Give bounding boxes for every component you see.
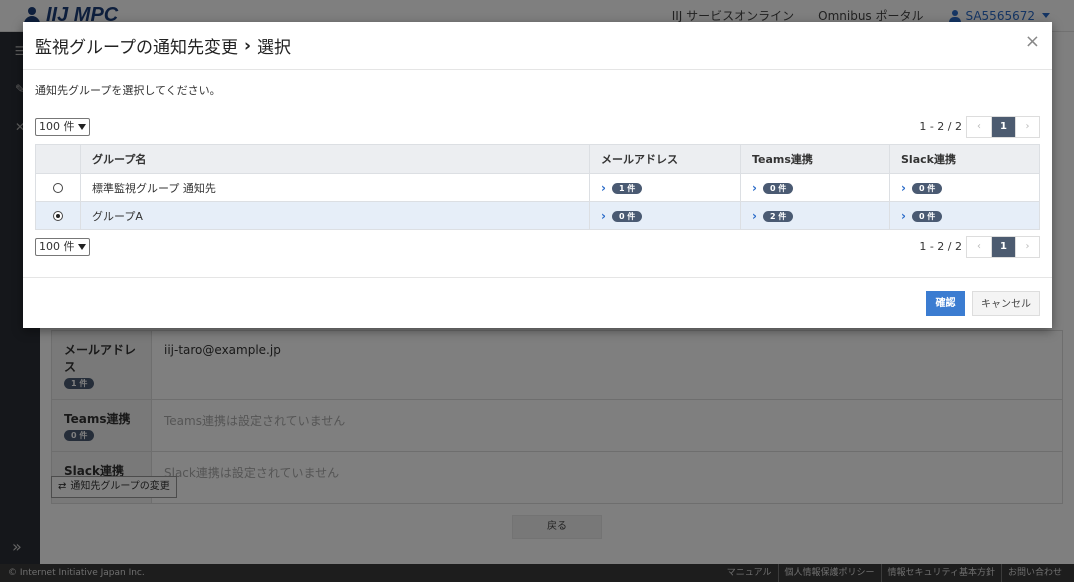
- instruction-text: 通知先グループを選択してください。: [35, 84, 221, 97]
- count-badge: 2 件: [762, 211, 794, 222]
- chevron-down-icon: [77, 124, 86, 130]
- header-mail[interactable]: メールアドレス: [589, 144, 741, 174]
- chevron-down-icon: [77, 244, 86, 250]
- per-page-value: 100 件: [39, 120, 75, 133]
- mail-cell[interactable]: › 1 件: [589, 173, 741, 202]
- result-range: 1 - 2 / 2: [919, 240, 962, 253]
- count-badge: 1 件: [611, 183, 643, 194]
- table-controls-bottom: 100 件 1 - 2 / 2 ‹ 1 ›: [35, 236, 1040, 258]
- cancel-button[interactable]: キャンセル: [972, 291, 1040, 316]
- header-select: [35, 144, 81, 174]
- next-page-button[interactable]: ›: [1015, 237, 1039, 257]
- select-notification-group-dialog: 監視グループの通知先変更 › 選択 × 通知先グループを選択してください。 10…: [23, 22, 1052, 328]
- close-icon[interactable]: ×: [1025, 31, 1040, 52]
- header-group-name[interactable]: グループ名: [80, 144, 590, 174]
- teams-cell[interactable]: › 2 件: [740, 201, 890, 230]
- mail-cell[interactable]: › 0 件: [589, 201, 741, 230]
- slack-cell[interactable]: › 0 件: [889, 201, 1040, 230]
- group-table: グループ名 メールアドレス Teams連携 Slack連携 標準監視グループ 通…: [35, 144, 1040, 230]
- table-controls-top: 100 件 1 - 2 / 2 ‹ 1 ›: [35, 116, 1040, 138]
- count-badge: 0 件: [762, 183, 794, 194]
- pagination: ‹ 1 ›: [966, 236, 1040, 258]
- confirm-button[interactable]: 確認: [926, 291, 965, 316]
- row-radio[interactable]: [53, 183, 63, 193]
- chevron-right-icon[interactable]: ›: [601, 181, 606, 195]
- group-name: 標準監視グループ 通知先: [80, 173, 590, 202]
- table-header-row: グループ名 メールアドレス Teams連携 Slack連携: [35, 144, 1040, 174]
- row-radio[interactable]: [53, 211, 63, 221]
- count-badge: 0 件: [911, 183, 943, 194]
- chevron-right-icon[interactable]: ›: [901, 181, 906, 195]
- page-1-button[interactable]: 1: [991, 237, 1015, 257]
- per-page-value: 100 件: [39, 240, 75, 253]
- dialog-title-main: 監視グループの通知先変更: [35, 38, 238, 58]
- table-row[interactable]: 標準監視グループ 通知先 › 1 件 › 0 件 › 0 件: [35, 173, 1040, 202]
- per-page-select[interactable]: 100 件: [35, 238, 90, 256]
- next-page-button[interactable]: ›: [1015, 117, 1039, 137]
- pagination: ‹ 1 ›: [966, 116, 1040, 138]
- table-row[interactable]: グループA › 0 件 › 2 件 › 0 件: [35, 201, 1040, 230]
- prev-page-button[interactable]: ‹: [967, 237, 991, 257]
- count-badge: 0 件: [611, 211, 643, 222]
- chevron-right-icon: ›: [243, 35, 251, 56]
- teams-cell[interactable]: › 0 件: [740, 173, 890, 202]
- slack-cell[interactable]: › 0 件: [889, 173, 1040, 202]
- prev-page-button[interactable]: ‹: [967, 117, 991, 137]
- dialog-body: 通知先グループを選択してください。 100 件 1 - 2 / 2 ‹ 1 › …: [23, 70, 1052, 277]
- per-page-select[interactable]: 100 件: [35, 118, 90, 136]
- dialog-title: 監視グループの通知先変更 › 選択: [35, 33, 291, 59]
- count-badge: 0 件: [911, 211, 943, 222]
- chevron-right-icon[interactable]: ›: [752, 181, 757, 195]
- group-name: グループA: [80, 201, 590, 230]
- page-1-button[interactable]: 1: [991, 117, 1015, 137]
- chevron-right-icon[interactable]: ›: [901, 209, 906, 223]
- result-range: 1 - 2 / 2: [919, 120, 962, 133]
- chevron-right-icon[interactable]: ›: [601, 209, 606, 223]
- chevron-right-icon[interactable]: ›: [752, 209, 757, 223]
- dialog-header: 監視グループの通知先変更 › 選択 ×: [23, 22, 1052, 70]
- header-teams[interactable]: Teams連携: [740, 144, 890, 174]
- dialog-footer: 確認 キャンセル: [23, 277, 1052, 328]
- header-slack[interactable]: Slack連携: [889, 144, 1040, 174]
- dialog-title-sub: 選択: [257, 38, 291, 58]
